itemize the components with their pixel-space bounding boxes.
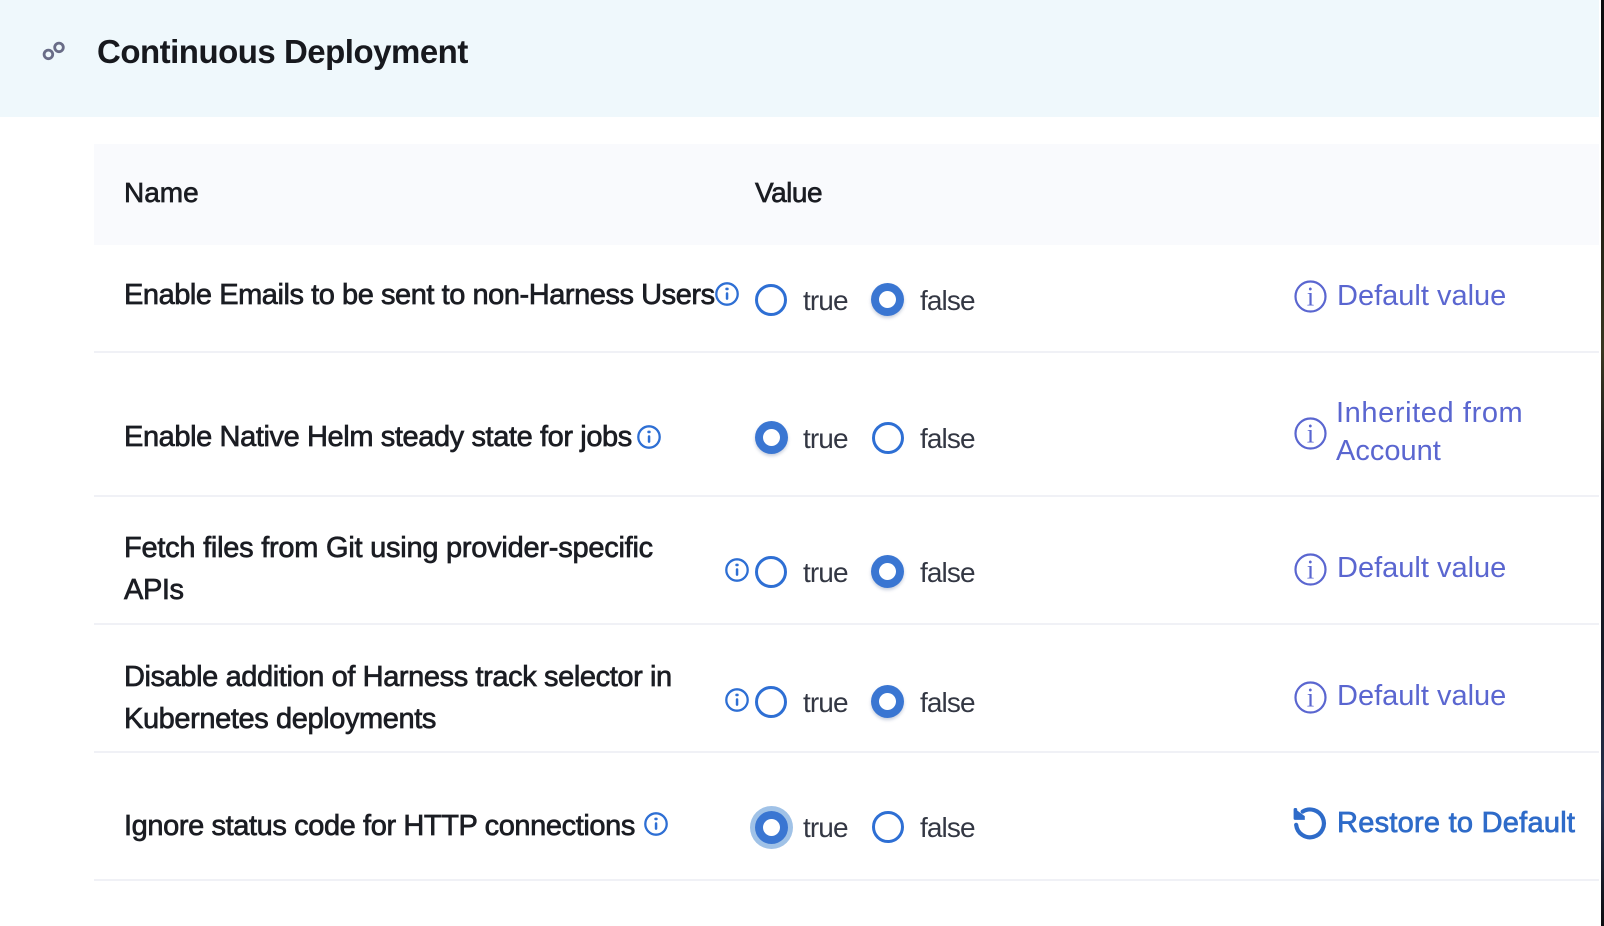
- svg-text:i: i: [1307, 555, 1315, 585]
- svg-text:i: i: [1307, 282, 1315, 312]
- svg-text:i: i: [1307, 419, 1315, 449]
- svg-text:i: i: [1307, 683, 1315, 713]
